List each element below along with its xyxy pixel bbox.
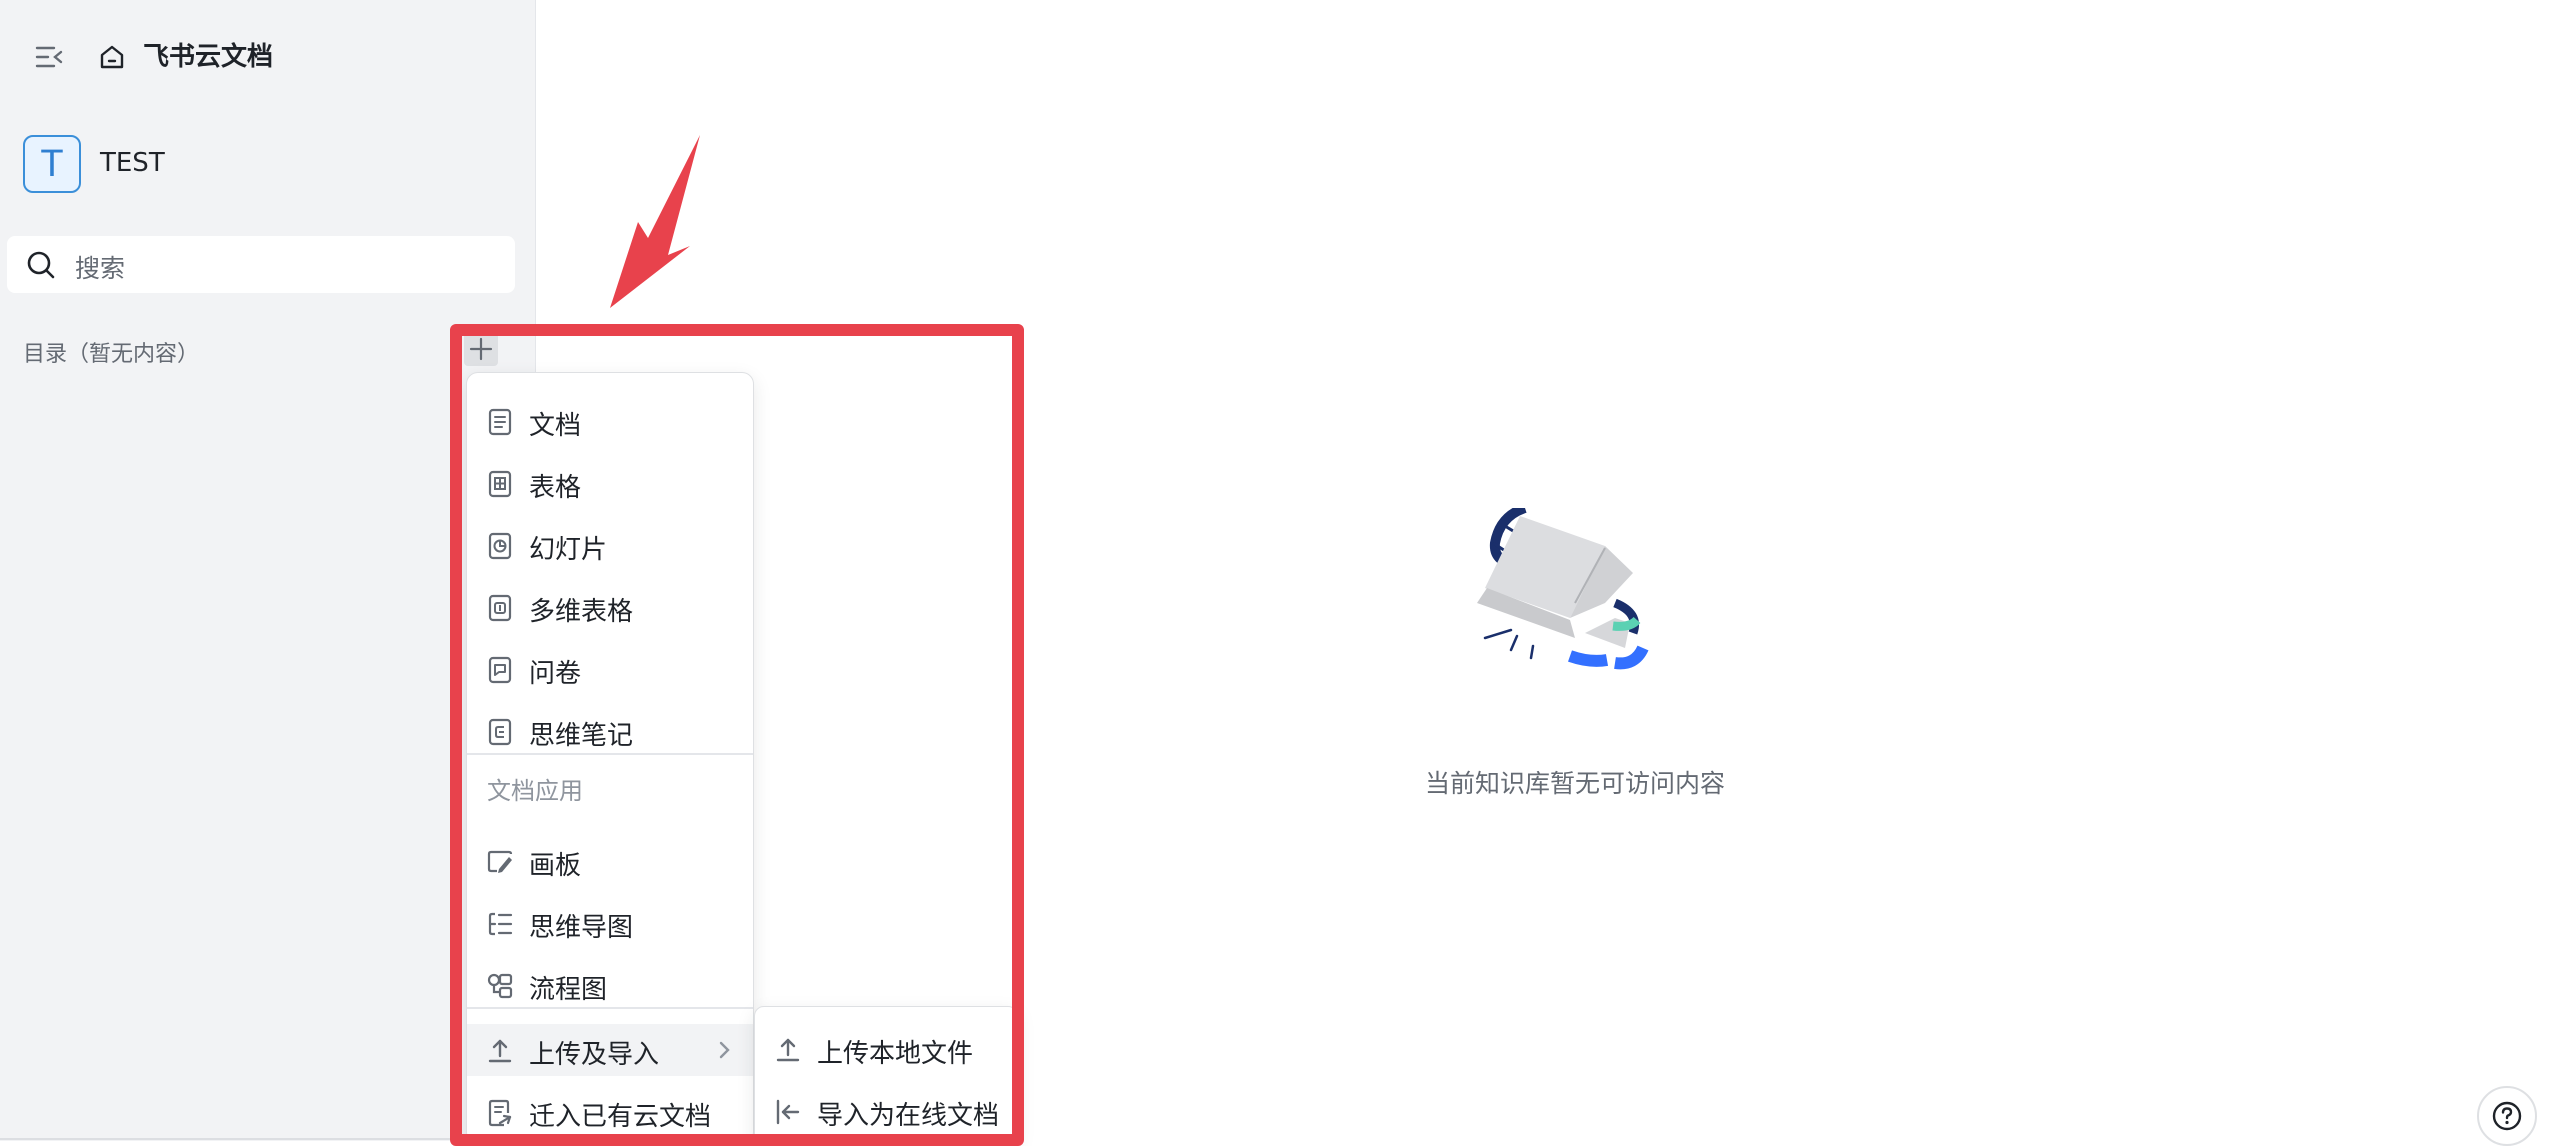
add-node-button[interactable] [464, 332, 498, 366]
collapse-sidebar-icon [35, 46, 63, 68]
menu-item-label: 思维导图 [529, 913, 634, 943]
submenu-item-import-online[interactable]: 导入为在线文档 [755, 1085, 1017, 1137]
menu-item-label: 流程图 [529, 975, 608, 1005]
doc-icon [488, 408, 512, 436]
upload-submenu: 上传本地文件 导入为在线文档 [754, 1006, 1018, 1144]
menu-item-bitable[interactable]: 多维表格 [467, 581, 753, 633]
menu-item-sheet[interactable]: 表格 [467, 457, 753, 509]
mindnote-icon [488, 718, 512, 746]
upload-icon [776, 1038, 800, 1062]
menu-divider [467, 1007, 753, 1009]
menu-item-doc[interactable]: 文档 [467, 395, 753, 447]
form-icon [488, 656, 512, 684]
empty-box-illustration-icon [1477, 508, 1649, 670]
home-button[interactable] [90, 34, 134, 80]
app-title[interactable]: 飞书云文档 [143, 36, 273, 73]
empty-state-text: 当前知识库暂无可访问内容 [1424, 769, 1725, 798]
menu-item-form[interactable]: 问卷 [467, 643, 753, 695]
menu-item-label: 上传及导入 [529, 1040, 660, 1070]
menu-group-label: 文档应用 [487, 777, 583, 805]
menu-item-label: 导入为在线文档 [817, 1101, 1000, 1131]
space-avatar[interactable]: T [23, 135, 81, 193]
sidebar-header: 飞书云文档 [0, 0, 535, 110]
collapse-sidebar-button[interactable] [26, 34, 72, 80]
bitable-icon [488, 594, 512, 622]
menu-item-label: 表格 [529, 473, 582, 503]
menu-item-mindnote[interactable]: 思维笔记 [467, 705, 753, 757]
toc-label: 目录（暂无内容） [23, 342, 200, 367]
menu-item-label: 多维表格 [529, 597, 634, 627]
annotation-arrow-icon [610, 135, 700, 308]
chevron-right-icon [719, 1041, 730, 1059]
plus-icon [469, 337, 493, 361]
search-placeholder: 搜索 [75, 254, 126, 283]
menu-item-migrate[interactable]: 迁入已有云文档 [467, 1086, 753, 1138]
help-button[interactable] [2477, 1086, 2537, 1146]
sheet-icon [488, 470, 512, 498]
home-icon [100, 45, 124, 69]
menu-item-upload-import[interactable]: 上传及导入 [467, 1024, 753, 1076]
menu-item-label: 幻灯片 [529, 535, 608, 565]
import-icon [776, 1099, 800, 1125]
flowchart-icon [487, 973, 513, 999]
space-name[interactable]: TEST [100, 148, 165, 178]
whiteboard-icon [487, 850, 513, 873]
menu-item-slides[interactable]: 幻灯片 [467, 519, 753, 571]
search-input[interactable]: 搜索 [7, 236, 515, 293]
menu-item-label: 思维笔记 [529, 721, 634, 751]
menu-item-label: 上传本地文件 [817, 1039, 974, 1069]
submenu-item-upload-local[interactable]: 上传本地文件 [755, 1023, 1017, 1075]
menu-item-label: 画板 [529, 851, 582, 881]
menu-item-whiteboard[interactable]: 画板 [467, 835, 753, 887]
migrate-doc-icon [488, 1099, 512, 1127]
menu-item-flowchart[interactable]: 流程图 [467, 959, 753, 1011]
menu-item-label: 迁入已有云文档 [529, 1102, 712, 1132]
menu-divider [467, 753, 753, 755]
sidebar-bottom-divider [0, 1138, 535, 1140]
upload-icon [488, 1039, 512, 1063]
help-icon [2492, 1101, 2522, 1131]
menu-item-label: 问卷 [529, 659, 582, 689]
search-icon [27, 251, 55, 279]
create-menu: 文档 表格 幻灯片 多维表格 问卷 思维笔记 文档应用 画板 思维导图 流程图 … [466, 372, 754, 1144]
slides-icon [488, 532, 512, 560]
menu-item-label: 文档 [529, 411, 582, 441]
space-avatar-letter: T [40, 142, 64, 185]
menu-item-mindmap[interactable]: 思维导图 [467, 897, 753, 949]
mindmap-icon [488, 912, 513, 936]
sidebar: 飞书云文档 T TEST 搜索 目录（暂无内容） [0, 0, 536, 1141]
